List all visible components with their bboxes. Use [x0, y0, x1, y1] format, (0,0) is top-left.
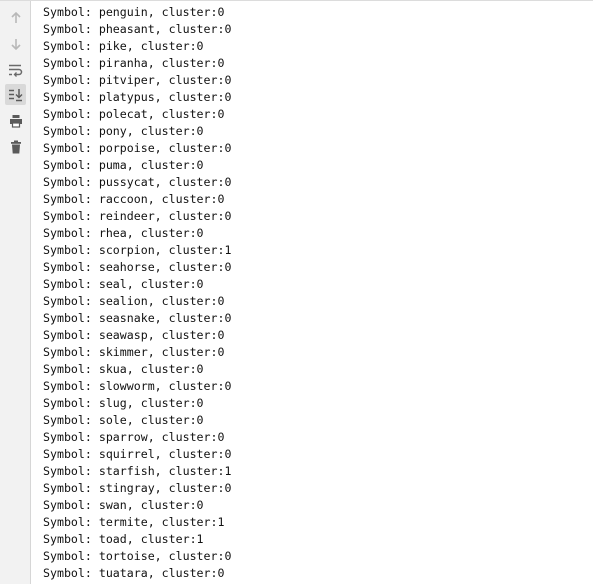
console-line: Symbol: piranha, cluster:0 — [43, 56, 225, 70]
console-line: Symbol: porpoise, cluster:0 — [43, 141, 232, 155]
console-output[interactable]: Symbol: penguin, cluster:0 Symbol: pheasa… — [31, 1, 593, 584]
console-line: Symbol: sealion, cluster:0 — [43, 294, 225, 308]
console-line: Symbol: skimmer, cluster:0 — [43, 345, 225, 359]
console-line: Symbol: puma, cluster:0 — [43, 158, 204, 172]
console-line: Symbol: slug, cluster:0 — [43, 396, 204, 410]
console-line: Symbol: scorpion, cluster:1 — [43, 243, 232, 257]
soft-wrap-icon — [8, 63, 23, 77]
console-line: Symbol: termite, cluster:1 — [43, 515, 225, 529]
arrow-up-icon — [9, 11, 23, 25]
console-line: Symbol: seasnake, cluster:0 — [43, 311, 232, 325]
print-icon — [9, 114, 23, 128]
console-line: Symbol: tortoise, cluster:0 — [43, 549, 232, 563]
console-line: Symbol: seawasp, cluster:0 — [43, 328, 225, 342]
console-line: Symbol: pitviper, cluster:0 — [43, 73, 232, 87]
console-line: Symbol: polecat, cluster:0 — [43, 107, 225, 121]
console-line: Symbol: pheasant, cluster:0 — [43, 22, 232, 36]
console-line: Symbol: skua, cluster:0 — [43, 362, 204, 376]
console-line: Symbol: starfish, cluster:1 — [43, 464, 232, 478]
console-line: Symbol: slowworm, cluster:0 — [43, 379, 232, 393]
console-line: Symbol: rhea, cluster:0 — [43, 226, 204, 240]
console-line: Symbol: sparrow, cluster:0 — [43, 430, 225, 444]
console-line: Symbol: platypus, cluster:0 — [43, 90, 232, 104]
console-line: Symbol: penguin, cluster:0 — [43, 5, 225, 19]
console-line: Symbol: pike, cluster:0 — [43, 39, 204, 53]
scroll-to-end-button[interactable] — [5, 84, 26, 105]
console-line: Symbol: stingray, cluster:0 — [43, 481, 232, 495]
soft-wrap-button[interactable] — [5, 59, 26, 80]
console-line: Symbol: sole, cluster:0 — [43, 413, 204, 427]
console-line: Symbol: pony, cluster:0 — [43, 124, 204, 138]
trash-icon — [9, 140, 23, 154]
clear-all-button[interactable] — [5, 136, 26, 157]
console-line: Symbol: seahorse, cluster:0 — [43, 260, 232, 274]
console-line: Symbol: swan, cluster:0 — [43, 498, 204, 512]
console-line: Symbol: pussycat, cluster:0 — [43, 175, 232, 189]
scroll-to-end-icon — [8, 88, 23, 102]
console-toolbar — [0, 1, 31, 584]
arrow-down-icon — [9, 37, 23, 51]
console-line: Symbol: reindeer, cluster:0 — [43, 209, 232, 223]
console-line: Symbol: toad, cluster:1 — [43, 532, 204, 546]
down-stack-trace-button[interactable] — [5, 33, 26, 54]
run-console-window: Symbol: penguin, cluster:0 Symbol: pheasa… — [0, 0, 593, 584]
console-line: Symbol: raccoon, cluster:0 — [43, 192, 225, 206]
print-button[interactable] — [5, 110, 26, 131]
console-line: Symbol: seal, cluster:0 — [43, 277, 204, 291]
console-line: Symbol: tuatara, cluster:0 — [43, 566, 225, 580]
console-line: Symbol: squirrel, cluster:0 — [43, 447, 232, 461]
up-stack-trace-button[interactable] — [5, 7, 26, 28]
